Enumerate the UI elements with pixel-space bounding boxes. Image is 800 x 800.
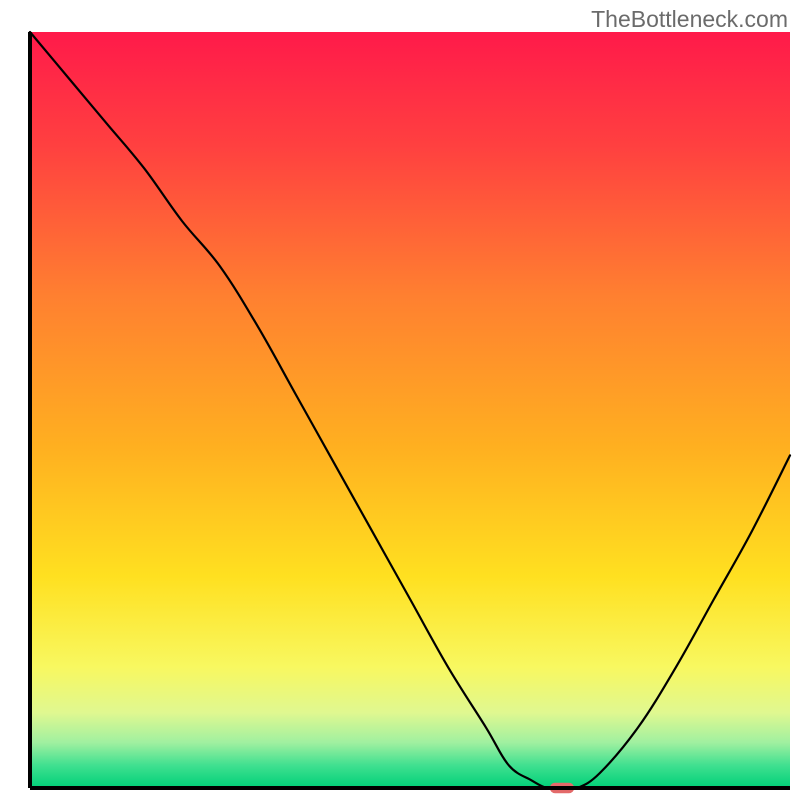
chart-container: TheBottleneck.com — [0, 0, 800, 800]
chart-background — [30, 32, 790, 788]
bottleneck-chart — [0, 0, 800, 800]
watermark-text: TheBottleneck.com — [591, 6, 788, 33]
